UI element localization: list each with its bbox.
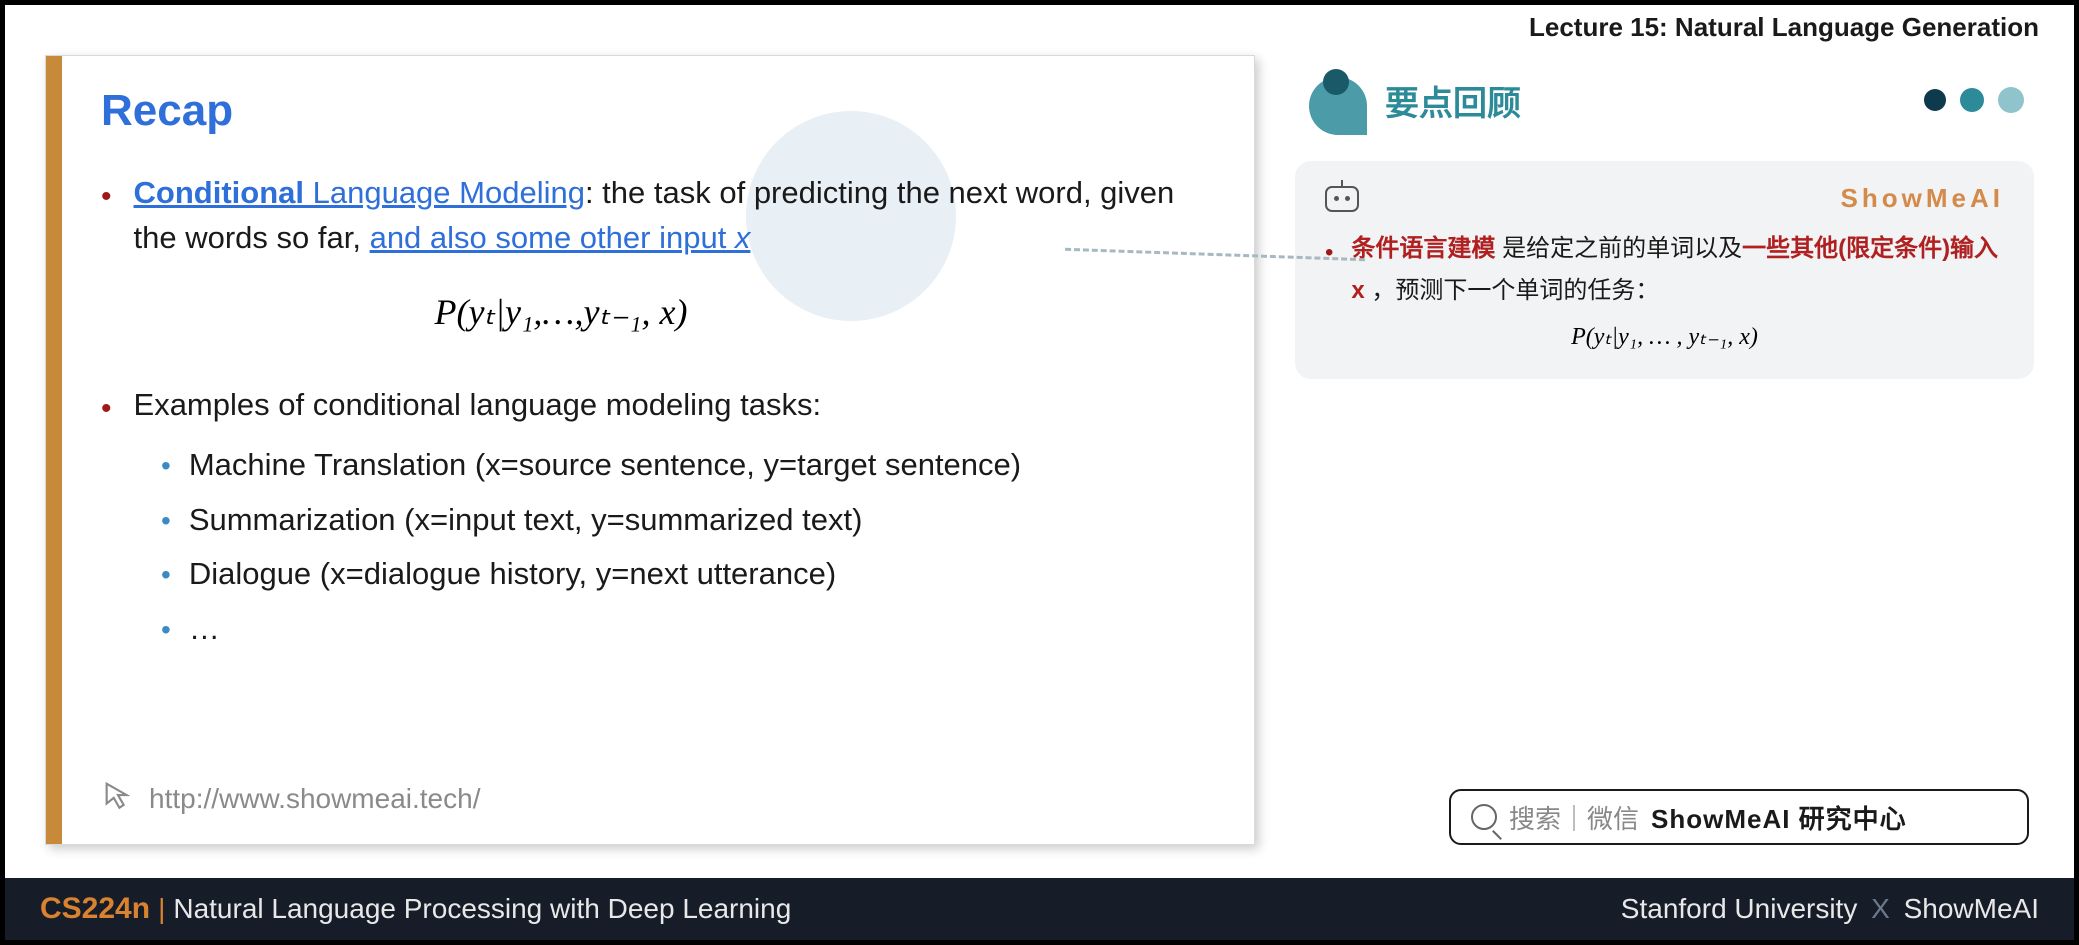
cursor-icon [101, 778, 135, 819]
lecture-title: Lecture 15: Natural Language Generation [1529, 12, 2039, 43]
sub-bullet-text: … [189, 606, 220, 653]
bullet-item: • Examples of conditional language model… [101, 383, 1214, 431]
lecture-header: Lecture 15: Natural Language Generation [5, 5, 2074, 50]
sub-bullet-dot-icon: • [161, 445, 171, 487]
course-code: CS224n [40, 892, 150, 926]
term-link-cont[interactable]: Language Modeling [304, 175, 585, 210]
slide-content: Recap • Conditional Language Modeling: t… [101, 86, 1214, 814]
robot-icon [1325, 186, 1359, 212]
note-box: ShowMeAI • 条件语言建模 是给定之前的单词以及一些其他(限定条件)输入… [1295, 161, 2034, 379]
notes-panel: 要点回顾 ShowMeAI • 条件语言建模 是给定之前的单词以及一些其他(限定… [1295, 55, 2034, 845]
footer-bar: CS224n | Natural Language Processing wit… [5, 878, 2074, 940]
notes-title-left: 要点回顾 [1295, 69, 1521, 131]
search-box[interactable]: 搜索｜微信 ShowMeAI 研究中心 [1449, 789, 2029, 845]
sub-bullet-dot-icon: • [161, 500, 171, 542]
bullet-dot-icon: • [101, 387, 112, 431]
slide-accent-bar [46, 56, 62, 844]
brand-label: ShowMeAI [1841, 183, 2004, 214]
note-bullet: • 条件语言建模 是给定之前的单词以及一些其他(限定条件)输入 x ，预测下一个… [1325, 228, 2004, 312]
page-frame: Lecture 15: Natural Language Generation … [5, 5, 2074, 940]
decorative-dots [1924, 87, 2024, 113]
footer-left: CS224n | Natural Language Processing wit… [40, 892, 791, 926]
divider: | [158, 893, 165, 925]
footer-link[interactable]: http://www.showmeai.tech/ [149, 783, 480, 815]
search-icon [1471, 804, 1497, 830]
bullet-text: Examples of conditional language modelin… [134, 383, 822, 428]
sub-bullet-item: • Machine Translation (x=source sentence… [161, 442, 1214, 489]
term-link-2-x[interactable]: x [735, 220, 751, 255]
bullet-dot-icon: • [101, 175, 112, 219]
decorative-shape-icon [1295, 69, 1367, 131]
note-formula: P(yₜ|y₁, … , yₜ₋₁, x) [1325, 322, 2004, 351]
sub-bullet-item: • Summarization (x=input text, y=summari… [161, 497, 1214, 544]
footer-org-b: ShowMeAI [1904, 893, 2039, 924]
search-prefix: 搜索｜微信 [1509, 799, 1639, 836]
formula: P(yₜ|y₁,…,yₜ₋₁, x) [361, 291, 761, 333]
note-head: ShowMeAI [1325, 183, 2004, 214]
sub-bullet-text: Machine Translation (x=source sentence, … [189, 442, 1021, 489]
dot-icon [1998, 87, 2024, 113]
notes-title-row: 要点回顾 [1295, 69, 2034, 131]
sub-bullet-dot-icon: • [161, 554, 171, 596]
sub-bullet-text: Summarization (x=input text, y=summarize… [189, 497, 863, 544]
dot-icon [1960, 88, 1984, 112]
footer-org-a: Stanford University [1621, 893, 1858, 924]
slide-panel: Recap • Conditional Language Modeling: t… [45, 55, 1255, 845]
footer-right: Stanford University X ShowMeAI [1621, 893, 2039, 925]
bullet-list: • Conditional Language Modeling: the tas… [101, 171, 1214, 652]
sub-bullet-dot-icon: • [161, 609, 171, 651]
note-text-part: 是给定之前的单词以及 [1495, 235, 1742, 262]
note-text: 条件语言建模 是给定之前的单词以及一些其他(限定条件)输入 x ，预测下一个单词… [1351, 228, 2004, 312]
term-link[interactable]: Conditional [134, 175, 304, 210]
search-brand: ShowMeAI 研究中心 [1651, 799, 1907, 836]
note-text-part: ，预测下一个单词的任务： [1371, 277, 1659, 304]
notes-title: 要点回顾 [1385, 76, 1521, 125]
course-name: Natural Language Processing with Deep Le… [173, 893, 791, 925]
dot-icon [1924, 89, 1946, 111]
main-area: Recap • Conditional Language Modeling: t… [45, 55, 2034, 845]
bullet-item: • Conditional Language Modeling: the tas… [101, 171, 1214, 261]
bullet-dot-icon: • [1325, 232, 1333, 274]
sub-bullet-item: • Dialogue (x=dialogue history, y=next u… [161, 551, 1214, 598]
slide-footer: http://www.showmeai.tech/ [101, 778, 480, 819]
slide-title: Recap [101, 86, 1214, 136]
footer-x: X [1871, 893, 1890, 924]
bullet-text: Conditional Language Modeling: the task … [134, 171, 1214, 261]
sub-bullet-text: Dialogue (x=dialogue history, y=next utt… [189, 551, 836, 598]
term-link-2[interactable]: and also some other input [370, 220, 735, 255]
note-term: 条件语言建模 [1351, 235, 1495, 262]
sub-bullet-item: • … [161, 606, 1214, 653]
